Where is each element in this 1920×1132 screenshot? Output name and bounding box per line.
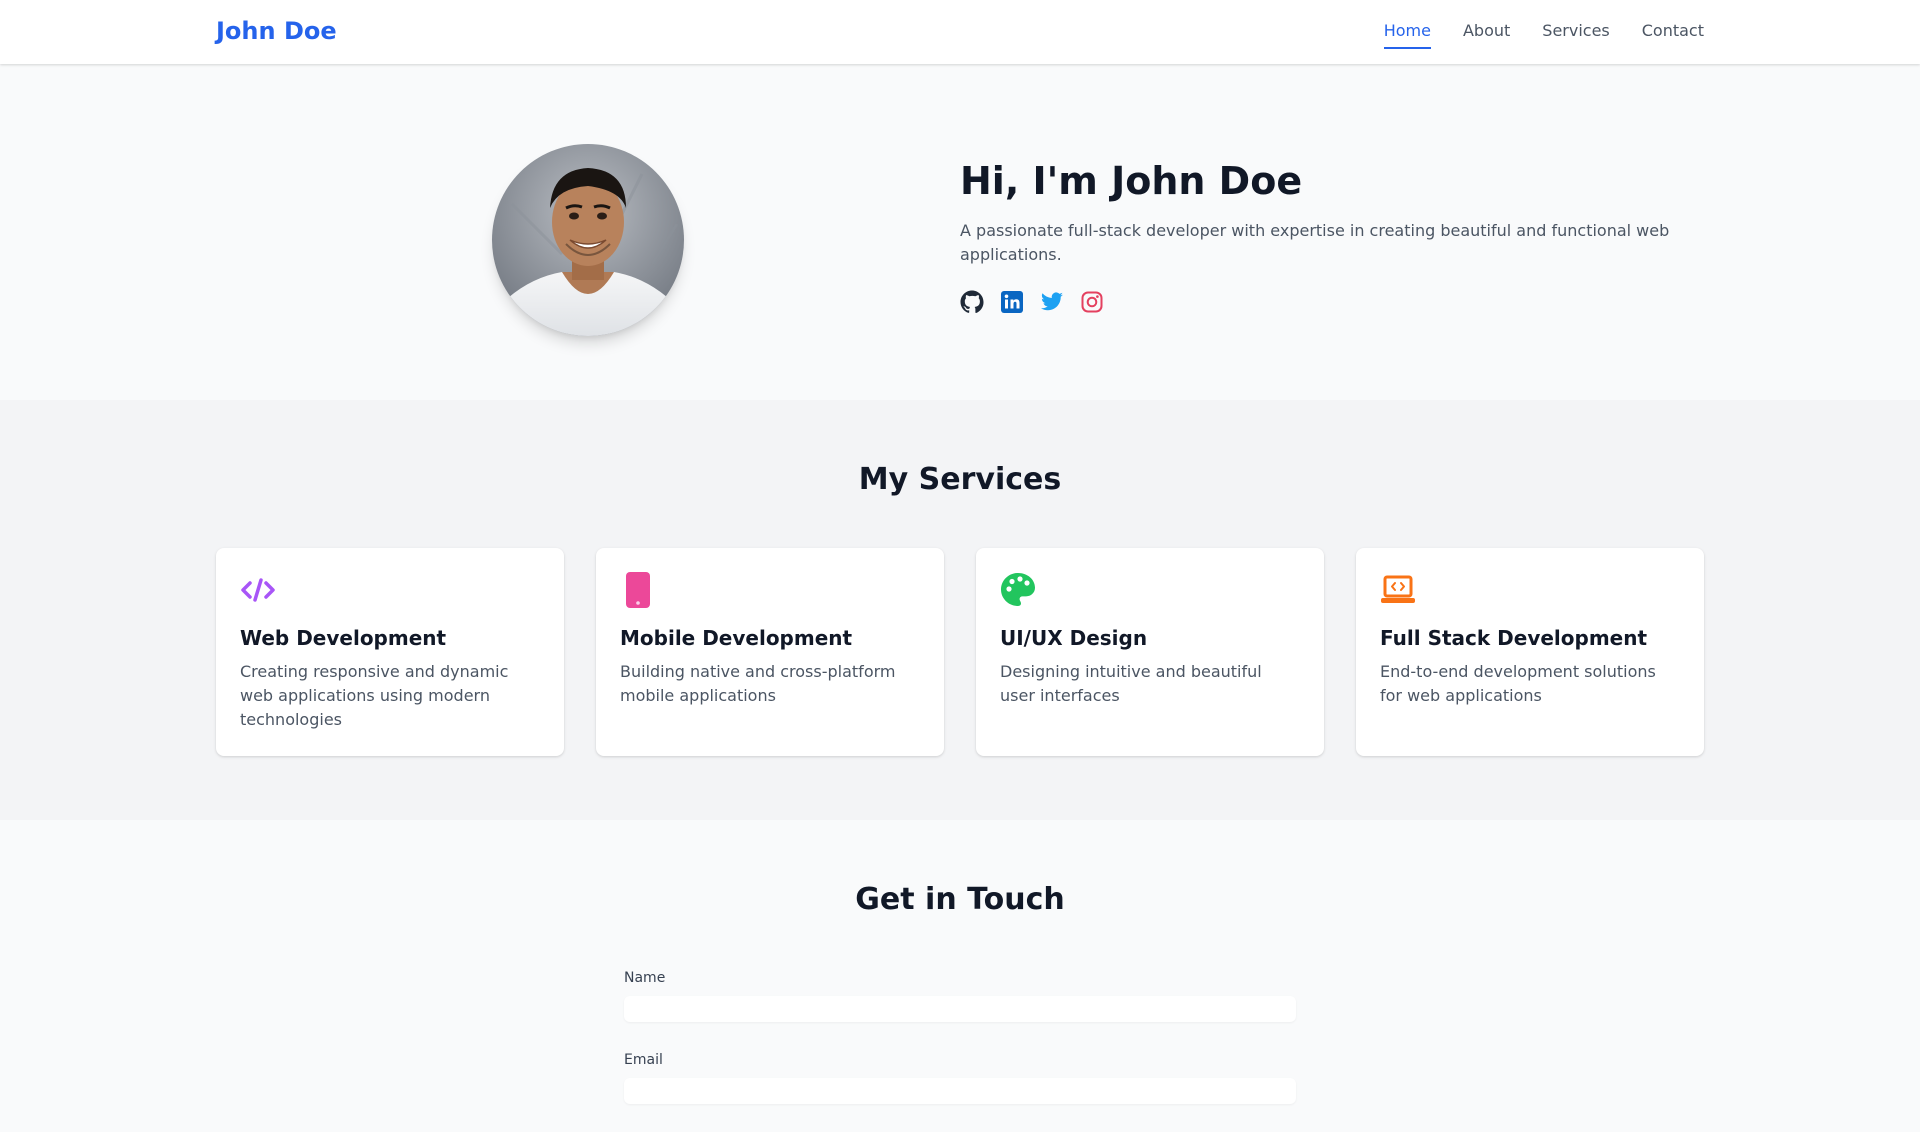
service-title: Full Stack Development <box>1380 626 1648 650</box>
nav-link-contact[interactable]: Contact <box>1642 15 1704 49</box>
top-navbar: John Doe Home About Services Contact <box>0 0 1920 64</box>
hero-section: Hi, I'm John Doe A passionate full-stack… <box>0 64 1920 400</box>
email-input[interactable] <box>624 1078 1296 1104</box>
hero-heading: Hi, I'm John Doe <box>960 159 1303 203</box>
nav-link-services[interactable]: Services <box>1542 15 1609 49</box>
code-icon <box>241 578 275 602</box>
service-card: Mobile Development Building native and c… <box>596 548 944 756</box>
contact-heading: Get in Touch <box>855 882 1065 917</box>
service-title: Mobile Development <box>620 626 853 650</box>
name-field-group: Name <box>624 968 1296 1022</box>
github-icon[interactable] <box>960 290 984 314</box>
mobile-icon <box>626 572 650 608</box>
palette-icon <box>1001 573 1035 606</box>
nav-link-about[interactable]: About <box>1463 15 1510 49</box>
services-heading: My Services <box>858 462 1062 497</box>
email-label: Email <box>624 1052 663 1068</box>
profile-photo <box>492 144 684 336</box>
contact-form: Name Email <box>624 968 1296 1132</box>
linkedin-icon[interactable] <box>1000 290 1024 314</box>
services-cards: Web Development Creating responsive and … <box>216 548 1704 756</box>
nav-links: Home About Services Contact <box>1383 0 1704 64</box>
name-label: Name <box>624 970 666 986</box>
hero-description: A passionate full-stack developer with e… <box>960 221 1670 264</box>
services-section: My Services Web Development Creating res… <box>0 400 1920 820</box>
service-title: UI/UX Design <box>1000 626 1148 650</box>
laptop-code-icon <box>1381 575 1415 603</box>
avatar <box>492 144 684 336</box>
email-field-group: Email <box>624 1050 1296 1104</box>
service-card: Full Stack Development End-to-end develo… <box>1356 548 1704 756</box>
instagram-icon[interactable] <box>1080 290 1104 314</box>
name-input[interactable] <box>624 996 1296 1022</box>
brand-logo[interactable]: John Doe <box>216 14 337 48</box>
service-description: Building native and cross-platform mobil… <box>620 662 896 705</box>
twitter-icon[interactable] <box>1040 290 1064 314</box>
nav-link-home[interactable]: Home <box>1383 15 1431 49</box>
service-description: Designing intuitive and beautiful user i… <box>1000 662 1262 705</box>
service-description: Creating responsive and dynamic web appl… <box>240 662 509 729</box>
service-description: End-to-end development solutions for web… <box>1380 662 1656 705</box>
service-card: UI/UX Design Designing intuitive and bea… <box>976 548 1324 756</box>
service-card: Web Development Creating responsive and … <box>216 548 564 756</box>
service-title: Web Development <box>240 626 447 650</box>
social-links <box>960 290 1104 314</box>
contact-section: Get in Touch Name Email <box>0 820 1920 1104</box>
